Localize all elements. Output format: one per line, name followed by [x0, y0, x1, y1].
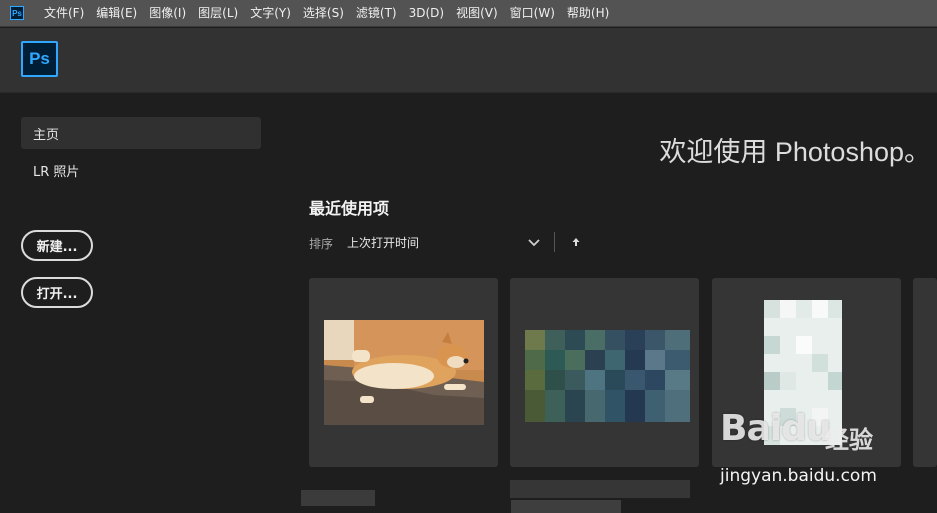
sort-divider [554, 232, 555, 252]
sidebar-item-lr-photos[interactable]: LR 照片 [21, 154, 261, 186]
sidebar-item-home[interactable]: 主页 [21, 117, 261, 149]
welcome-heading: 欢迎使用 Photoshop。 [659, 137, 931, 167]
arrow-up-icon[interactable] [569, 235, 583, 249]
watermark-brand-suffix: du [781, 408, 831, 449]
watermark-cn: 经验 [825, 426, 873, 454]
file-caption-blurred [510, 480, 690, 498]
file-caption-blurred [301, 490, 375, 506]
sidebar-item-label: LR 照片 [33, 164, 80, 180]
new-file-button[interactable]: 新建... [21, 230, 93, 261]
menu-select[interactable]: 选择(S) [297, 0, 350, 27]
menu-edit[interactable]: 编辑(E) [90, 0, 143, 27]
menu-bar: Ps 文件(F) 编辑(E) 图像(I) 图层(L) 文字(Y) 选择(S) 滤… [0, 0, 937, 27]
menu-view[interactable]: 视图(V) [450, 0, 504, 27]
photoshop-logo-icon: Ps [21, 41, 58, 77]
menu-file[interactable]: 文件(F) [38, 0, 90, 27]
watermark-brand: Bai [720, 408, 782, 449]
recent-file-thumbnail [324, 320, 484, 425]
open-file-button[interactable]: 打开... [21, 277, 93, 308]
home-header: Ps [0, 28, 937, 93]
recent-files-title: 最近使用项 [309, 199, 390, 218]
sort-dropdown[interactable]: 上次打开时间 [347, 234, 419, 251]
chevron-down-icon[interactable] [526, 234, 542, 250]
menu-type[interactable]: 文字(Y) [244, 0, 297, 27]
watermark-url: jingyan.baidu.com [720, 466, 877, 486]
recent-file-card[interactable] [510, 278, 699, 467]
menu-image[interactable]: 图像(I) [143, 0, 192, 27]
menu-filter[interactable]: 滤镜(T) [350, 0, 403, 27]
menu-layer[interactable]: 图层(L) [192, 0, 244, 27]
menu-help[interactable]: 帮助(H) [561, 0, 615, 27]
menu-3d[interactable]: 3D(D) [403, 0, 450, 27]
recent-file-card[interactable] [913, 278, 937, 467]
sort-label: 排序 [309, 237, 334, 251]
recent-file-card[interactable] [309, 278, 498, 467]
sidebar-item-label: 主页 [33, 127, 60, 143]
recent-file-thumbnail [525, 330, 690, 422]
baidu-jingyan-watermark: Baidu 经验 jingyan.baidu.com [720, 408, 890, 490]
file-caption-blurred [511, 500, 621, 513]
photoshop-app-icon[interactable]: Ps [10, 6, 24, 20]
menu-window[interactable]: 窗口(W) [504, 0, 561, 27]
